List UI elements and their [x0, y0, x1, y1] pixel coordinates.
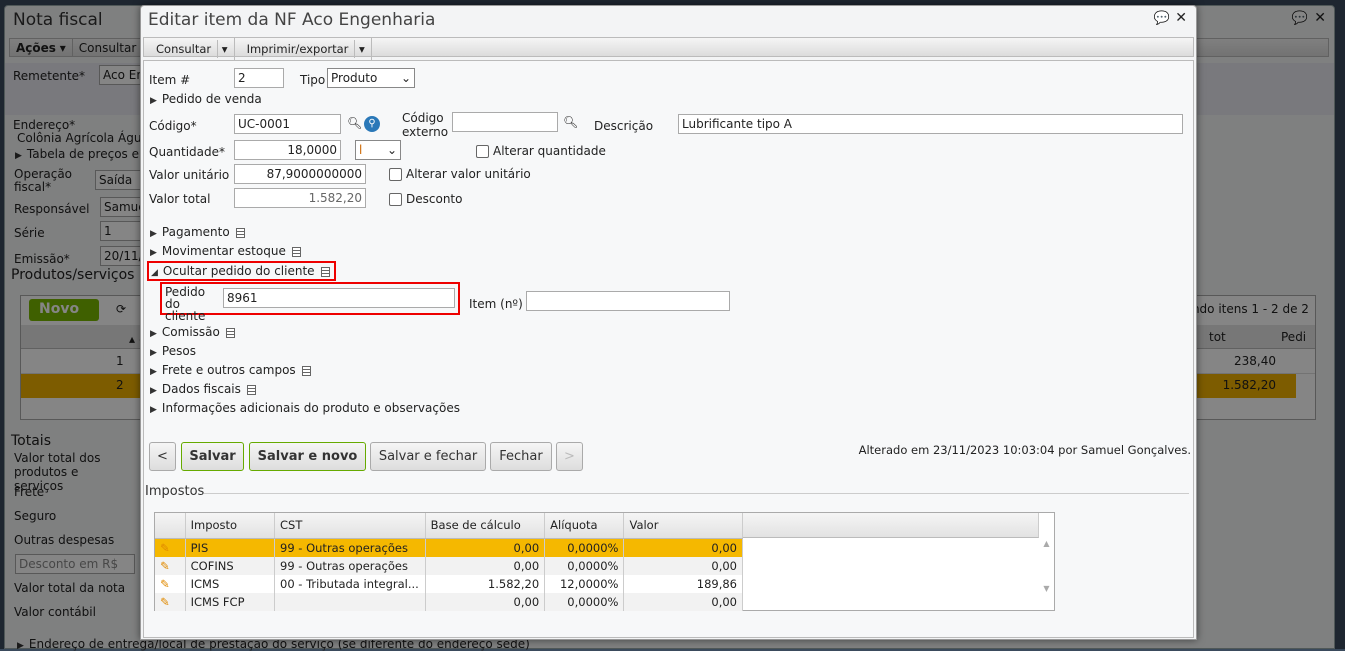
- valor-cell: 0,00: [623, 538, 743, 557]
- search-icon[interactable]: 🔍︎: [563, 115, 578, 129]
- imposto-row[interactable]: ✎ ICMS 00 - Tributada integral... 1.582,…: [155, 574, 743, 593]
- form-panel: Item # 2 Tipo Produto ⌄ ▶ Pedido de venda …: [143, 60, 1194, 638]
- pesos-toggle[interactable]: ▶ Pesos: [150, 344, 196, 358]
- aliquota-cell: 0,0000%: [544, 556, 625, 575]
- valor-total-label: Valor total: [149, 192, 211, 206]
- desconto-checkbox[interactable]: Desconto: [389, 192, 462, 206]
- item-input[interactable]: 2: [234, 68, 284, 88]
- fechar-button[interactable]: Fechar: [490, 442, 552, 471]
- valor-cell: 0,00: [623, 556, 743, 575]
- cst-cell: 99 - Outras operações: [274, 538, 426, 557]
- unidade-select[interactable]: l ⌄: [355, 140, 401, 160]
- dados-fiscais-toggle[interactable]: ▶ Dados fiscais: [150, 382, 256, 396]
- cst-cell: 00 - Tributada integral...: [274, 574, 426, 593]
- codigo-externo-label: Código externo: [402, 111, 449, 139]
- codigo-input[interactable]: UC-0001: [234, 114, 341, 134]
- pedido-cliente-highlight: Pedido do cliente 8961: [160, 282, 460, 322]
- aliquota-cell: 0,0000%: [544, 592, 625, 611]
- base-cell: 0,00: [425, 556, 546, 575]
- imposto-row[interactable]: ✎ PIS 99 - Outras operações 0,00 0,0000%…: [155, 538, 743, 557]
- edit-pencil-icon[interactable]: ✎: [155, 556, 186, 575]
- imposto-cell: PIS: [185, 538, 276, 557]
- movimentar-estoque-toggle[interactable]: ▶ Movimentar estoque: [150, 244, 301, 258]
- edit-pencil-icon[interactable]: ✎: [155, 574, 186, 593]
- alterar-quantidade-checkbox[interactable]: Alterar quantidade: [476, 144, 606, 158]
- impostos-title: Impostos: [145, 484, 205, 499]
- pedido-cliente-label: Pedido do cliente: [165, 285, 206, 323]
- chat-icon[interactable]: 💬: [1154, 11, 1170, 26]
- menu-imprimir-exportar[interactable]: Imprimir/exportar ▾: [235, 38, 372, 60]
- dialog-toolbar: Consultar ▾ Imprimir/exportar ▾: [143, 37, 1194, 60]
- scrollbar[interactable]: ▲ ▼: [1039, 539, 1054, 610]
- tipo-label: Tipo: [300, 73, 326, 87]
- quantidade-label: Quantidade*: [149, 145, 226, 159]
- quantidade-input[interactable]: 18,0000: [234, 140, 341, 160]
- imposto-cell: ICMS: [185, 574, 276, 593]
- ocultar-pedido-cliente-toggle[interactable]: ◢ Ocultar pedido do cliente: [147, 261, 336, 281]
- edit-item-dialog: Editar item da NF Aco Engenharia 💬 ✕ Con…: [140, 5, 1197, 640]
- cst-cell: [274, 592, 426, 611]
- base-cell: 0,00: [425, 592, 546, 611]
- comissao-toggle[interactable]: ▶ Comissão: [150, 325, 235, 339]
- valor-cell: 189,86: [623, 574, 743, 593]
- base-cell: 0,00: [425, 538, 546, 557]
- aliquota-cell: 12,0000%: [544, 574, 625, 593]
- tipo-select[interactable]: Produto ⌄: [327, 68, 415, 88]
- cst-cell: 99 - Outras operações: [274, 556, 426, 575]
- next-button[interactable]: >: [556, 442, 583, 471]
- pedido-venda-toggle[interactable]: ▶ Pedido de venda: [150, 92, 262, 106]
- alterado-info: Alterado em 23/11/2023 10:03:04 por Samu…: [858, 443, 1191, 457]
- frete-toggle[interactable]: ▶ Frete e outros campos: [150, 363, 311, 377]
- item-label: Item #: [149, 73, 191, 87]
- item-n-label: Item (nº): [469, 297, 523, 311]
- valor-unitario-label: Valor unitário: [149, 168, 230, 182]
- pagamento-toggle[interactable]: ▶ Pagamento: [150, 225, 245, 239]
- lookup-icon[interactable]: ⚲: [364, 116, 380, 132]
- close-icon[interactable]: ✕: [1175, 10, 1187, 26]
- edit-pencil-icon[interactable]: ✎: [155, 592, 186, 611]
- imposto-cell: COFINS: [185, 556, 276, 575]
- item-n-input[interactable]: [526, 291, 730, 311]
- pedido-cliente-input[interactable]: 8961: [223, 288, 455, 308]
- edit-pencil-icon[interactable]: ✎: [155, 538, 186, 557]
- salvar-button[interactable]: Salvar: [181, 442, 244, 471]
- valor-cell: 0,00: [623, 592, 743, 611]
- col-cst[interactable]: CST: [274, 513, 426, 539]
- previous-button[interactable]: <: [149, 442, 176, 471]
- codigo-label: Código*: [149, 119, 197, 133]
- menu-consultar[interactable]: Consultar ▾: [144, 38, 235, 60]
- col-base[interactable]: Base de cálculo: [425, 513, 546, 539]
- aliquota-cell: 0,0000%: [544, 538, 625, 557]
- impostos-grid: Imposto CST Base de cálculo Alíquota Val…: [154, 512, 1055, 611]
- imposto-row[interactable]: ✎ COFINS 99 - Outras operações 0,00 0,00…: [155, 556, 743, 575]
- salvar-e-novo-button[interactable]: Salvar e novo: [249, 442, 366, 471]
- col-valor[interactable]: Valor: [623, 513, 743, 539]
- descricao-input[interactable]: Lubrificante tipo A: [678, 114, 1183, 134]
- alterar-valor-unitario-checkbox[interactable]: Alterar valor unitário: [389, 167, 531, 181]
- codigo-externo-input[interactable]: [452, 112, 558, 132]
- valor-total-input: 1.582,20: [234, 188, 366, 208]
- info-adicionais-toggle[interactable]: ▶ Informações adicionais do produto e obs…: [150, 401, 460, 415]
- imposto-cell: ICMS FCP: [185, 592, 276, 611]
- descricao-label: Descrição: [594, 119, 654, 133]
- valor-unitario-input[interactable]: 87,9000000000: [234, 164, 366, 184]
- col-imposto[interactable]: Imposto: [185, 513, 276, 539]
- col-aliquota[interactable]: Alíquota: [544, 513, 625, 539]
- search-icon[interactable]: 🔍︎: [347, 116, 362, 130]
- dialog-title: Editar item da NF Aco Engenharia: [148, 10, 436, 30]
- imposto-row[interactable]: ✎ ICMS FCP 0,00 0,0000% 0,00: [155, 592, 743, 611]
- salvar-e-fechar-button[interactable]: Salvar e fechar: [370, 442, 486, 471]
- base-cell: 1.582,20: [425, 574, 546, 593]
